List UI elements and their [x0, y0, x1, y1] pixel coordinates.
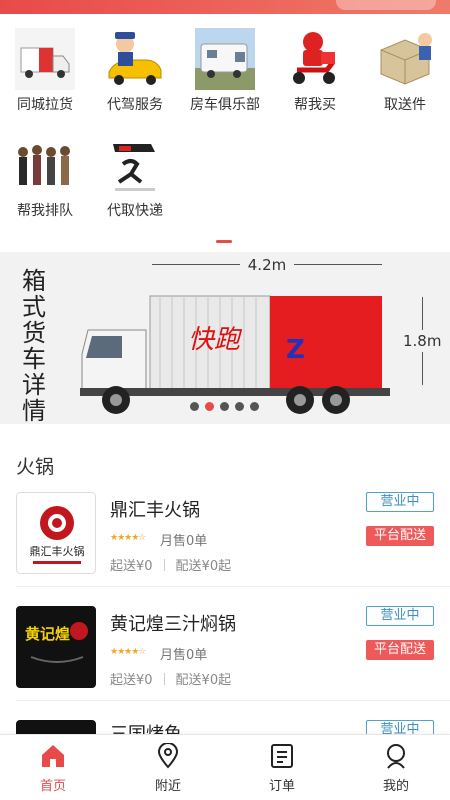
truck-icon [15, 28, 75, 90]
service-queue-for-me[interactable]: 帮我排队 [0, 126, 90, 220]
tab-home[interactable]: 首页 [8, 743, 98, 794]
profile-icon [387, 744, 405, 769]
star-rating: ★★★★☆ [110, 647, 146, 657]
queue-people-icon [18, 145, 70, 185]
service-rv-club[interactable]: 房车俱乐部 [180, 20, 270, 114]
delivery-badge: 平台配送 [366, 640, 434, 660]
section-title: 火锅 [16, 456, 55, 478]
tab-orders[interactable]: 订单 [237, 743, 327, 794]
carousel-dot[interactable] [235, 402, 244, 411]
express-run-icon [113, 144, 155, 191]
banner-title: 箱式货车详情 [22, 267, 46, 424]
delivery-scooter-icon [293, 32, 335, 84]
shop-logo: 黄记煌 [16, 606, 96, 688]
tab-label: 附近 [154, 779, 181, 794]
shop-delivery-info: 起送¥0 配送¥0起 [110, 669, 231, 688]
shop-logo: 鼎汇丰火锅 [16, 492, 96, 574]
divider [16, 586, 450, 587]
width-dimension: 4.2m [152, 256, 382, 274]
shop-delivery-info: 起送¥0 配送¥0起 [110, 555, 231, 574]
service-label: 同城拉货 [17, 97, 73, 113]
shop-logo-text: 黄记煌 [25, 625, 70, 643]
service-label: 代取快递 [107, 203, 163, 219]
monthly-sales: 月售0单 [160, 648, 208, 663]
status-badge: 营业中 [366, 492, 434, 512]
service-same-city-freight[interactable]: 同城拉货 [0, 20, 90, 114]
location-pin-icon [157, 743, 179, 769]
monthly-sales: 月售0单 [160, 534, 208, 549]
tab-profile[interactable]: 我的 [351, 743, 441, 794]
carousel-dot[interactable] [250, 402, 259, 411]
shop-name: 黄记煌三汁焖锅 [110, 614, 236, 635]
carousel-dot-active[interactable] [205, 402, 214, 411]
delivery-badge: 平台配送 [366, 526, 434, 546]
service-label: 房车俱乐部 [190, 97, 260, 113]
shop-logo-text: 鼎汇丰火锅 [30, 545, 85, 558]
box-truck-illustration: 快跑 Z [80, 295, 390, 414]
top-status-bar [0, 0, 450, 14]
status-badge: 营业中 [366, 606, 434, 626]
tab-label: 首页 [39, 779, 66, 794]
service-buy-for-me[interactable]: 帮我买 [270, 20, 360, 114]
delivery-fee: 配送¥0起 [175, 559, 232, 574]
bottom-tab-bar: 首页 附近 订单 我的 [0, 734, 450, 800]
delivery-fee: 配送¥0起 [175, 673, 232, 688]
carousel-dot[interactable] [190, 402, 199, 411]
banner-carousel-dots[interactable] [190, 402, 259, 411]
tab-label: 订单 [268, 779, 295, 794]
service-label: 代驾服务 [107, 97, 163, 113]
divider [16, 700, 450, 701]
tab-label: 我的 [382, 779, 409, 794]
courier-box-icon [380, 33, 432, 85]
home-icon [42, 745, 64, 767]
shop-name: 鼎汇丰火锅 [110, 500, 200, 521]
grid-page-indicator [216, 240, 232, 243]
service-label: 帮我排队 [17, 203, 73, 219]
service-label: 取送件 [384, 97, 426, 113]
order-list-icon [271, 744, 293, 768]
service-label: 帮我买 [294, 97, 336, 113]
star-rating: ★★★★☆ [110, 533, 146, 543]
carousel-dot[interactable] [220, 402, 229, 411]
truck-brand-text: 快跑 [188, 325, 243, 355]
height-dimension: 1.8m [403, 330, 442, 352]
tab-nearby[interactable]: 附近 [123, 743, 213, 794]
min-order: 起送¥0 [110, 559, 153, 574]
chauffeur-icon [108, 32, 162, 85]
service-express-pickup[interactable]: 代取快递 [90, 126, 180, 220]
truck-brand-letter: Z [286, 335, 305, 365]
truck-banner[interactable]: 箱式货车详情 4.2m 1.8m 快跑 Z [0, 252, 450, 424]
min-order: 起送¥0 [110, 673, 153, 688]
rv-icon [195, 28, 255, 90]
search-pill[interactable] [336, 0, 436, 10]
service-pickup-delivery[interactable]: 取送件 [360, 20, 450, 114]
service-chauffeur[interactable]: 代驾服务 [90, 20, 180, 114]
